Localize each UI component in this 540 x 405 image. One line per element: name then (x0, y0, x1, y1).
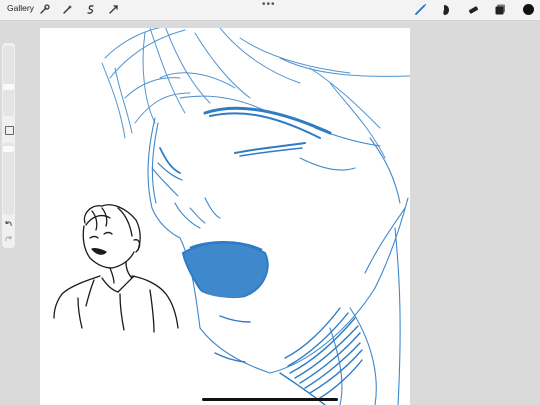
opacity-slider[interactable] (3, 143, 14, 215)
adjustments-icon[interactable] (61, 3, 74, 16)
mouth-shape (181, 240, 269, 302)
gallery-button[interactable]: Gallery (7, 3, 34, 13)
drawing-canvas[interactable] (40, 28, 410, 405)
neck-shading-strokes (214, 307, 363, 405)
modify-button[interactable] (5, 126, 14, 135)
undo-icon[interactable] (4, 219, 13, 228)
selection-icon[interactable] (84, 3, 97, 16)
eye-strokes (157, 106, 332, 181)
sketch-artwork (53, 28, 410, 405)
nose-strokes (174, 197, 221, 229)
home-indicator[interactable] (202, 398, 338, 401)
left-sidebar (2, 43, 15, 248)
brush-size-slider[interactable] (3, 46, 14, 116)
transform-icon[interactable] (107, 3, 120, 16)
more-handle-icon[interactable]: ••• (262, 0, 276, 10)
redo-icon[interactable] (4, 234, 13, 243)
actions-icon[interactable] (38, 3, 51, 16)
opacity-thumb[interactable] (3, 146, 14, 152)
layers-icon[interactable] (494, 3, 507, 16)
brush-icon[interactable] (414, 3, 427, 16)
brush-size-thumb[interactable] (3, 84, 14, 90)
ink-character-drawing (53, 204, 179, 333)
hair-sketch-strokes (101, 28, 410, 159)
smudge-icon[interactable] (440, 3, 453, 16)
top-toolbar: Gallery ••• (0, 0, 540, 21)
color-icon[interactable] (522, 3, 535, 16)
eraser-icon[interactable] (467, 3, 480, 16)
